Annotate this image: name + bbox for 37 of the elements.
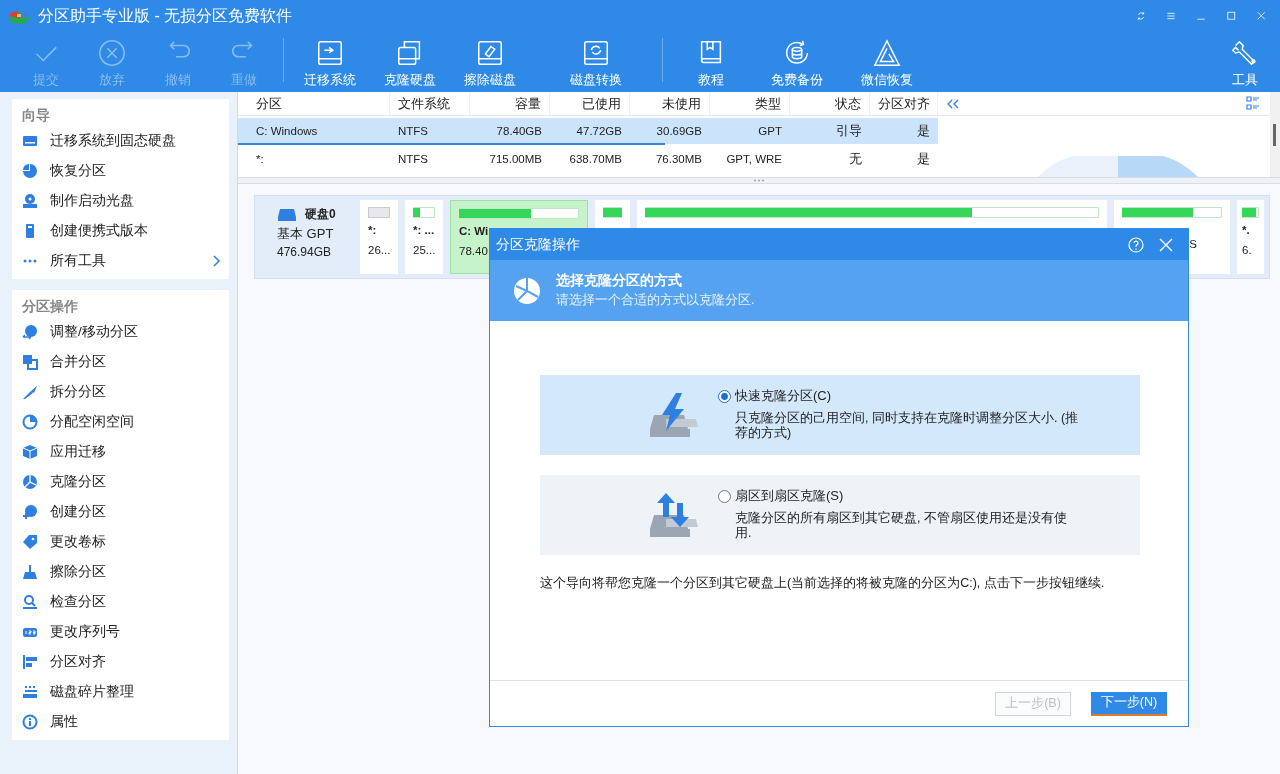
table-cell-text: C: Windows	[255, 125, 319, 137]
partition-size: 6.	[1242, 244, 1253, 256]
partition-size: 78.40	[459, 245, 489, 257]
partition-size: 26...	[368, 244, 390, 256]
disk-size: 476.94GB	[277, 245, 333, 259]
table-cell-text: 638.70MB	[568, 153, 623, 165]
option-description: 克隆分区的所有扇区到其它硬盘, 不管扇区使用还是没有使用.	[734, 511, 1068, 541]
dialog-subheading: 请选择一个合适的方式以克隆分区.	[556, 292, 755, 309]
partition-label: *.	[1242, 224, 1251, 238]
partition-size: S	[1189, 238, 1197, 250]
disk-type: 基本 GPT	[277, 225, 335, 243]
partition-label: C: Wi	[459, 225, 490, 239]
table-cell-text: *:	[255, 153, 265, 165]
table-cell-text: NTFS	[397, 125, 430, 137]
dialog-title: 分区克隆操作	[496, 235, 581, 254]
section-heading: 分区操作	[21, 297, 79, 316]
table-cell-text: 78.40GB	[495, 125, 543, 137]
partition-label: *:	[368, 224, 378, 238]
table-cell-text: GPT, WRE	[725, 153, 783, 165]
table-cell-text: 引导	[835, 122, 863, 140]
partition-label: *: ...	[413, 224, 435, 238]
disk-name: 硬盘0	[305, 206, 336, 223]
table-cell-text: 76.30MB	[654, 153, 703, 165]
dialog-heading: 选择克隆分区的方式	[556, 272, 683, 290]
table-cell-text: GPT	[757, 125, 783, 137]
table-cell-text: 无	[848, 150, 863, 168]
window-title: 分区助手专业版 - 无损分区免费软件	[38, 5, 294, 26]
table-cell-text: 47.72GB	[575, 125, 623, 137]
partition-size: 25...	[413, 244, 435, 256]
table-cell-text: 是	[916, 122, 931, 140]
table-cell-text: NTFS	[397, 153, 430, 165]
table-cell-text: 715.00MB	[488, 153, 543, 165]
option-description: 只克隆分区的己用空间, 同时支持在克隆时调整分区大小. (推荐的方式)	[734, 411, 1080, 441]
wizard-note: 这个导向将帮您克隆一个分区到其它硬盘上(当前选择的将被克隆的分区为C:), 点击下一步按钮继续.	[540, 575, 1106, 592]
table-cell-text: 30.69GB	[655, 125, 703, 137]
table-cell-text: 是	[916, 150, 931, 168]
section-heading: 向导	[21, 106, 51, 125]
